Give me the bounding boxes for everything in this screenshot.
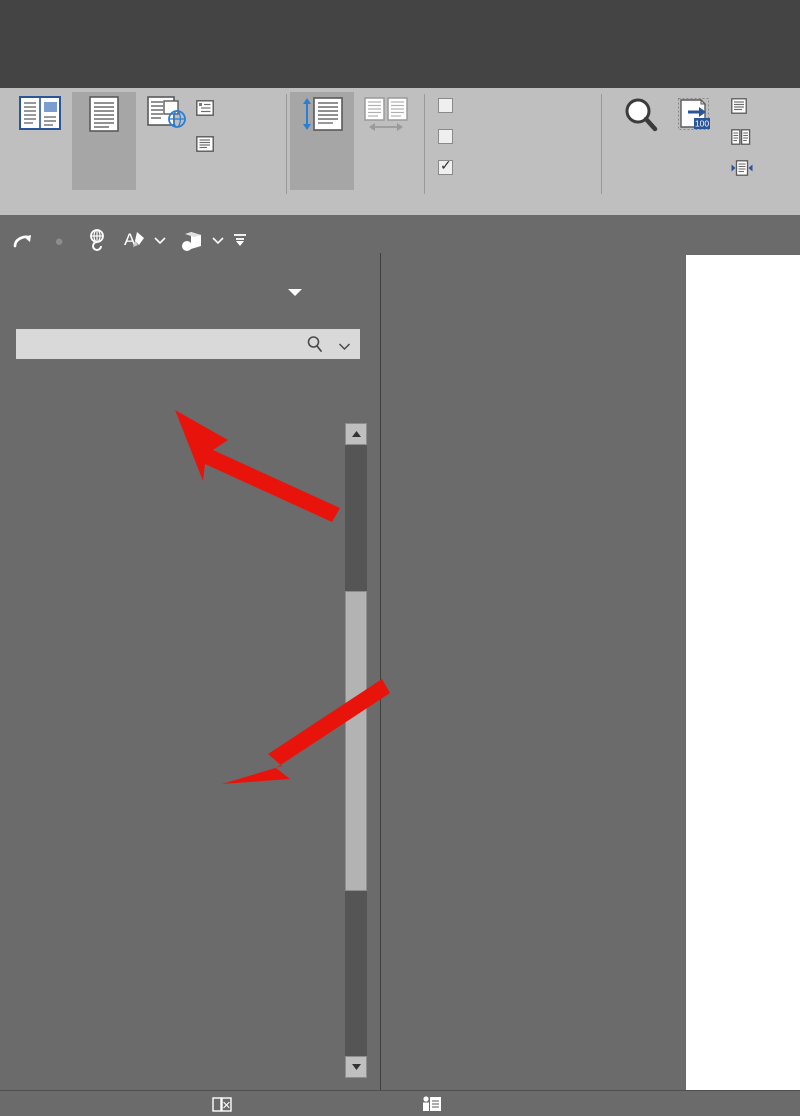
ribbon-group-show bbox=[428, 88, 598, 215]
vertical-scroll-icon bbox=[299, 96, 345, 134]
one-page-icon bbox=[731, 98, 747, 114]
zoom-100-button[interactable]: 100 bbox=[663, 92, 727, 190]
page-width-icon bbox=[731, 160, 753, 176]
thumbnails-scrollbar[interactable] bbox=[345, 423, 367, 1078]
scroll-down-button[interactable] bbox=[345, 1056, 367, 1078]
read-mode-button[interactable] bbox=[8, 92, 72, 190]
accessibility-checker-icon[interactable] bbox=[422, 1096, 442, 1116]
gridlines-checkbox-box bbox=[438, 129, 453, 144]
document-page bbox=[686, 255, 800, 1090]
side-to-side-button[interactable] bbox=[354, 92, 418, 190]
web-layout-icon bbox=[147, 96, 189, 132]
status-bar: ✕ bbox=[0, 1090, 800, 1116]
word-window: 100 bbox=[0, 0, 800, 1116]
side-to-side-icon bbox=[362, 96, 410, 134]
redo-icon[interactable] bbox=[10, 229, 34, 253]
magnifier-icon bbox=[621, 96, 661, 134]
page-width-button[interactable] bbox=[731, 160, 760, 176]
search-input[interactable] bbox=[16, 329, 360, 359]
document-area bbox=[381, 265, 800, 1090]
ribbon-separator-2 bbox=[424, 94, 425, 194]
scroll-up-button[interactable] bbox=[345, 423, 367, 445]
ribbon-tab-bar bbox=[0, 0, 800, 88]
draft-icon bbox=[196, 136, 214, 152]
ribbon-group-page-movement bbox=[290, 88, 420, 215]
font-color-icon[interactable]: A bbox=[122, 227, 148, 253]
read-mode-icon bbox=[19, 96, 61, 130]
web-layout-button[interactable] bbox=[136, 92, 200, 190]
navigation-pane-checkbox[interactable] bbox=[438, 160, 460, 175]
ribbon-body: 100 bbox=[0, 88, 800, 215]
navigation-pane-checkbox-box bbox=[438, 160, 453, 175]
multiple-pages-icon bbox=[731, 129, 751, 145]
navigation-tabs bbox=[0, 377, 372, 415]
zoom-100-icon: 100 bbox=[675, 96, 715, 134]
ribbon-group-zoom: 100 bbox=[605, 88, 800, 215]
scrollbar-thumb[interactable] bbox=[345, 591, 367, 891]
svg-text:100: 100 bbox=[695, 119, 709, 129]
search-options-dropdown-icon[interactable] bbox=[338, 338, 351, 356]
ribbon-separator-3 bbox=[601, 94, 602, 194]
ruler-checkbox-box bbox=[438, 98, 453, 113]
vertical-button[interactable] bbox=[290, 92, 354, 190]
chevron-down-icon[interactable] bbox=[286, 283, 304, 301]
outline-button[interactable] bbox=[196, 100, 221, 116]
ruler-checkbox[interactable] bbox=[438, 98, 460, 113]
one-page-button[interactable] bbox=[731, 98, 754, 114]
ribbon-group-views bbox=[0, 88, 285, 215]
print-layout-icon bbox=[89, 96, 119, 132]
shapes-icon[interactable] bbox=[180, 228, 206, 254]
multiple-pages-button[interactable] bbox=[731, 129, 758, 145]
print-layout-button[interactable] bbox=[72, 92, 136, 190]
gridlines-checkbox[interactable] bbox=[438, 129, 460, 144]
link-icon[interactable] bbox=[86, 227, 112, 253]
draft-button[interactable] bbox=[196, 136, 221, 152]
shapes-dropdown-icon[interactable] bbox=[210, 231, 226, 249]
search-icon[interactable] bbox=[306, 335, 324, 358]
font-color-dropdown-icon[interactable] bbox=[152, 231, 168, 249]
close-icon[interactable] bbox=[341, 277, 365, 301]
dot-icon[interactable]: ● bbox=[50, 229, 68, 253]
outline-icon bbox=[196, 100, 214, 116]
navigation-pane bbox=[0, 265, 372, 1090]
ribbon-separator-1 bbox=[286, 94, 287, 194]
quick-access-toolbar: ● A bbox=[0, 215, 800, 265]
page-thumbnails-list[interactable] bbox=[0, 415, 340, 1090]
proofing-errors-icon[interactable]: ✕ bbox=[212, 1097, 232, 1116]
more-commands-icon[interactable] bbox=[230, 229, 250, 251]
svg-text:✕: ✕ bbox=[222, 1100, 231, 1112]
